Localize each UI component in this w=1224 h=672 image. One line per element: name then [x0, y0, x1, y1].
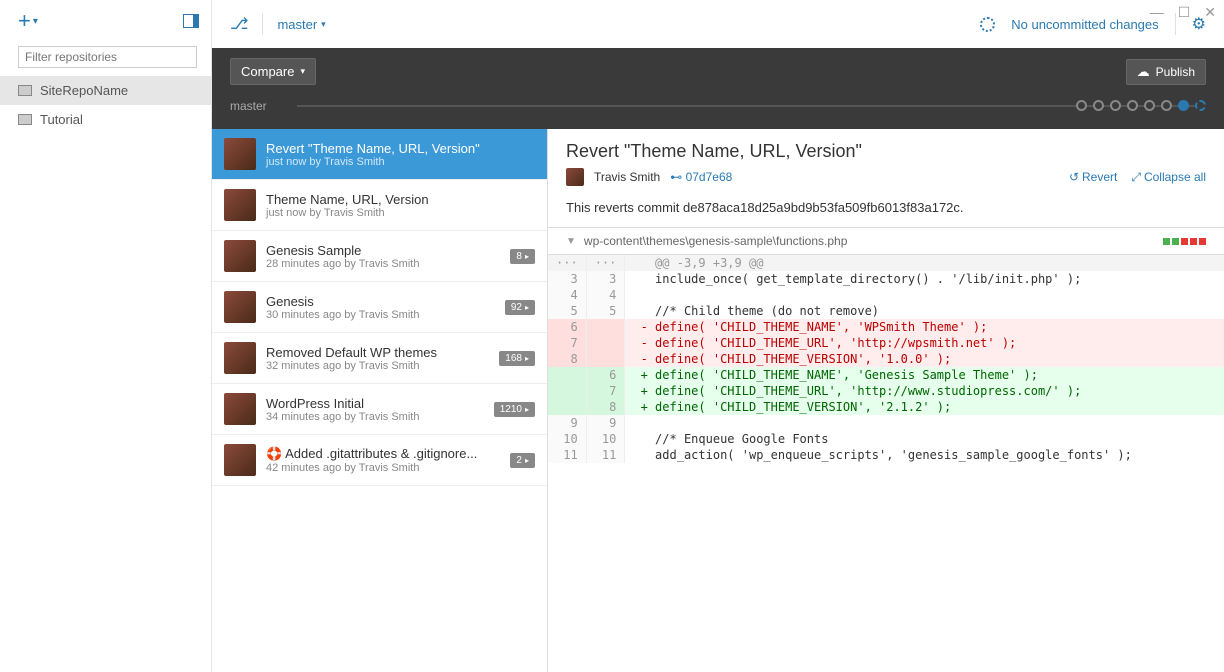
close-icon[interactable]: ✕ [1204, 4, 1216, 21]
diff-line: 7 - define( 'CHILD_THEME_URL', 'http://w… [548, 335, 1224, 351]
branch-name: master [277, 17, 317, 32]
commit-subtitle: 28 minutes ago by Travis Smith [266, 258, 500, 270]
commit-file-count-badge: 2 [510, 453, 535, 468]
commit-title: Revert "Theme Name, URL, Version" [266, 141, 535, 156]
diff-line: 8 + define( 'CHILD_THEME_VERSION', '2.1.… [548, 399, 1224, 415]
avatar [566, 168, 584, 186]
repo-name: SiteRepoName [40, 83, 128, 98]
commit-title: Theme Name, URL, Version [266, 192, 535, 207]
uncommitted-status: No uncommitted changes [1011, 17, 1158, 32]
repo-icon [18, 85, 32, 96]
diff-line: 99 [548, 415, 1224, 431]
caret-down-icon: ▾ [300, 66, 305, 77]
divider [262, 13, 263, 35]
commit-item[interactable]: Genesis Sample28 minutes ago by Travis S… [212, 231, 547, 282]
diff-line: 44 [548, 287, 1224, 303]
sync-icon[interactable] [980, 17, 995, 32]
diff-line: 7 + define( 'CHILD_THEME_URL', 'http://w… [548, 383, 1224, 399]
commit-author: Travis Smith [594, 170, 660, 184]
minimize-icon[interactable]: — [1150, 4, 1164, 21]
avatar [224, 444, 256, 476]
caret-down-icon: ▾ [33, 16, 38, 27]
commit-item[interactable]: Genesis30 minutes ago by Travis Smith 92 [212, 282, 547, 333]
repo-item[interactable]: SiteRepoName [0, 76, 211, 105]
commit-item[interactable]: Removed Default WP themes32 minutes ago … [212, 333, 547, 384]
repo-name: Tutorial [40, 112, 83, 127]
commit-message: This reverts commit de878aca18d25a9bd9b5… [548, 194, 1224, 227]
diff-stat-indicator [1163, 238, 1206, 245]
window-controls: — ☐ ✕ [1150, 4, 1216, 21]
commit-item[interactable]: 🛟 Added .gitattributes & .gitignore...42… [212, 435, 547, 486]
commit-item[interactable]: WordPress Initial34 minutes ago by Travi… [212, 384, 547, 435]
history-bar: Compare ▾ ☁ Publish master [212, 48, 1224, 129]
diff-line: 1111 add_action( 'wp_enqueue_scripts', '… [548, 447, 1224, 463]
toggle-panel-icon[interactable] [183, 14, 199, 28]
top-toolbar: ⎇ master ▾ No uncommitted changes ⚙ [212, 0, 1224, 48]
revert-button[interactable]: ↺ Revert [1069, 170, 1117, 185]
compare-button[interactable]: Compare ▾ [230, 58, 316, 85]
caret-down-icon: ▾ [321, 19, 326, 30]
cloud-upload-icon: ☁ [1137, 64, 1150, 80]
diff-file-header[interactable]: ▼ wp-content\themes\genesis-sample\funct… [548, 227, 1224, 255]
commit-title: Genesis [266, 294, 495, 309]
commit-item[interactable]: Revert "Theme Name, URL, Version"just no… [212, 129, 547, 180]
diff-line: 55 //* Child theme (do not remove) [548, 303, 1224, 319]
commit-list: Revert "Theme Name, URL, Version"just no… [212, 129, 548, 672]
branch-selector[interactable]: master ▾ [277, 17, 325, 32]
commit-subtitle: just now by Travis Smith [266, 156, 535, 168]
diff-line: 6 - define( 'CHILD_THEME_NAME', 'WPSmith… [548, 319, 1224, 335]
commit-subtitle: just now by Travis Smith [266, 207, 535, 219]
publish-button[interactable]: ☁ Publish [1126, 59, 1206, 85]
filter-repos-input[interactable] [18, 46, 197, 68]
commit-subtitle: 30 minutes ago by Travis Smith [266, 309, 495, 321]
avatar [224, 291, 256, 323]
diff-line: 8 - define( 'CHILD_THEME_VERSION', '1.0.… [548, 351, 1224, 367]
commit-title: Removed Default WP themes [266, 345, 489, 360]
commit-subtitle: 34 minutes ago by Travis Smith [266, 411, 484, 423]
repo-icon [18, 114, 32, 125]
diff-file-path: wp-content\themes\genesis-sample\functio… [584, 234, 847, 248]
diff-view: ······ @@ -3,9 +3,9 @@33 include_once( g… [548, 255, 1224, 463]
avatar [224, 138, 256, 170]
commit-item[interactable]: Theme Name, URL, Versionjust now by Trav… [212, 180, 547, 231]
diff-line: 1010 //* Enqueue Google Fonts [548, 431, 1224, 447]
commit-subtitle: 32 minutes ago by Travis Smith [266, 360, 489, 372]
sidebar: +▾ SiteRepoName Tutorial [0, 0, 212, 672]
diff-line: 33 include_once( get_template_directory(… [548, 271, 1224, 287]
branch-icon: ⎇ [230, 14, 248, 34]
commit-title: 🛟 Added .gitattributes & .gitignore... [266, 446, 500, 462]
commit-subtitle: 42 minutes ago by Travis Smith [266, 462, 500, 474]
collapse-all-button[interactable]: ⤢ Collapse all [1131, 170, 1206, 185]
commit-title: Genesis Sample [266, 243, 500, 258]
avatar [224, 342, 256, 374]
avatar [224, 189, 256, 221]
maximize-icon[interactable]: ☐ [1178, 4, 1191, 21]
diff-hunk-header: @@ -3,9 +3,9 @@ [625, 255, 1224, 271]
diff-line: 6 + define( 'CHILD_THEME_NAME', 'Genesis… [548, 367, 1224, 383]
avatar [224, 393, 256, 425]
caret-down-icon: ▼ [566, 236, 576, 247]
add-repo-button[interactable]: +▾ [18, 8, 38, 34]
commit-file-count-badge: 8 [510, 249, 535, 264]
commit-timeline[interactable] [297, 105, 1206, 107]
avatar [224, 240, 256, 272]
timeline-branch-label: master [230, 99, 267, 113]
commit-title: WordPress Initial [266, 396, 484, 411]
commit-file-count-badge: 1210 [494, 402, 535, 417]
commit-detail-title: Revert "Theme Name, URL, Version" [566, 141, 1206, 162]
commit-file-count-badge: 92 [505, 300, 535, 315]
repo-item[interactable]: Tutorial [0, 105, 211, 134]
commit-hash-link[interactable]: 07d7e68 [670, 170, 732, 184]
commit-file-count-badge: 168 [499, 351, 535, 366]
commit-detail-pane: Revert "Theme Name, URL, Version" Travis… [548, 129, 1224, 672]
